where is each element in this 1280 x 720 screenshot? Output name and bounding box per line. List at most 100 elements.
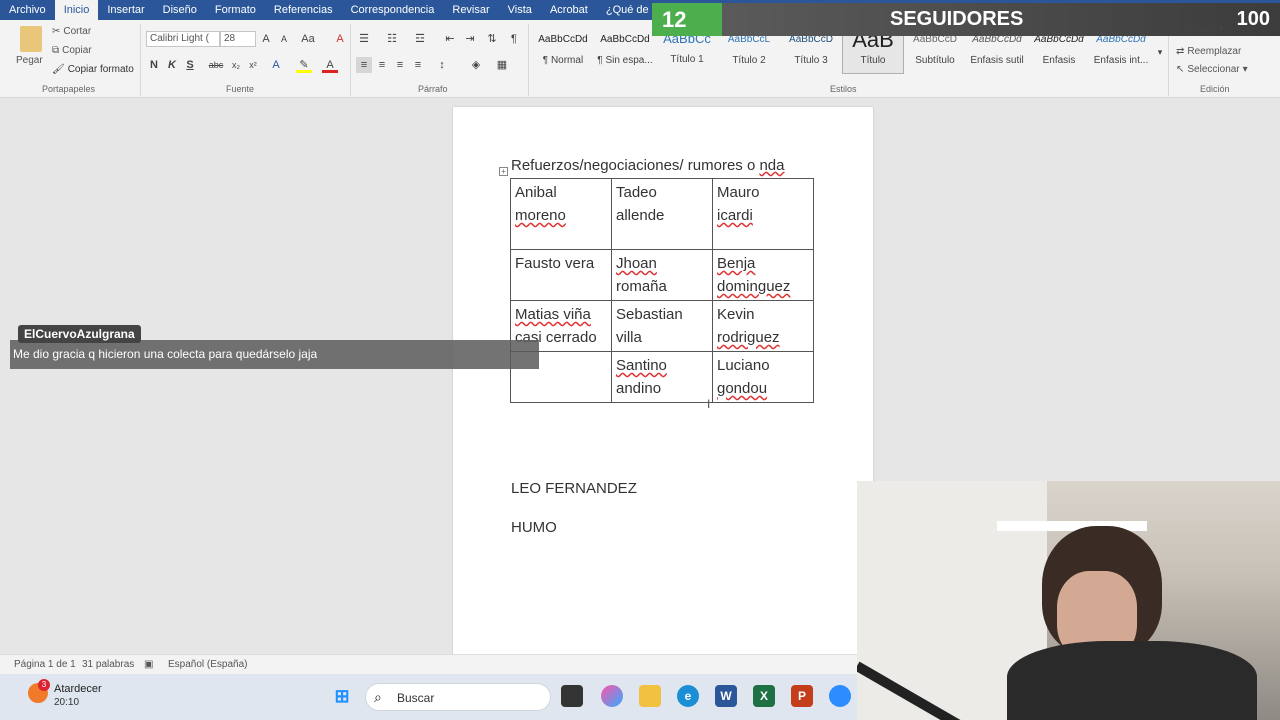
table-cell[interactable]: Kevin rodriguez [712, 300, 814, 352]
tell-me-search[interactable]: ¿Qué de [597, 0, 658, 20]
document-paragraph[interactable]: HUMO [511, 519, 557, 536]
numbering-icon[interactable]: ☷ [384, 31, 400, 47]
windows-start-icon[interactable]: ⊞ [331, 685, 353, 707]
table-cell[interactable]: Tadeo allende [611, 178, 713, 250]
styles-group-label: Estilos [830, 84, 857, 94]
table-cell[interactable]: Santino andino [611, 351, 713, 403]
page-count[interactable]: Página 1 de 1 [14, 659, 76, 670]
word-icon[interactable]: W [715, 685, 737, 707]
table-move-handle-icon[interactable]: + [499, 167, 508, 176]
shrink-font-icon[interactable]: A [276, 31, 292, 47]
webcam-person-body [1007, 641, 1257, 720]
align-left-icon[interactable]: ≡ [356, 57, 372, 73]
search-icon: ⌕ [374, 689, 382, 705]
sort-icon[interactable]: ⇅ [484, 31, 500, 47]
style-name: Énfasis [1042, 55, 1076, 66]
table-cell[interactable]: Benja dominguez [712, 249, 814, 301]
tab-insertar[interactable]: Insertar [98, 0, 153, 20]
select-button[interactable]: ↖ Seleccionar ▾ [1176, 64, 1248, 75]
subscript-icon[interactable]: x₂ [228, 57, 244, 73]
text-cursor-icon: I [707, 397, 711, 411]
players-table[interactable]: Anibal moreno Tadeo allende Mauro icardi Fa… [510, 178, 814, 403]
task-view-icon[interactable] [561, 685, 583, 707]
word-count[interactable]: 31 palabras [82, 659, 134, 670]
table-cell[interactable]: Fausto vera [510, 249, 612, 301]
underline-icon[interactable]: S [182, 57, 198, 73]
copy-label: Copiar [62, 45, 92, 56]
shading-icon[interactable]: ◈ [468, 57, 484, 73]
cell-line: villa [616, 329, 642, 346]
replace-button[interactable]: ⇄ Reemplazar [1176, 46, 1241, 57]
align-center-icon[interactable]: ≡ [374, 57, 390, 73]
cell-line: gondou [717, 380, 768, 397]
grow-font-icon[interactable]: A [258, 31, 274, 47]
bullets-icon[interactable]: ☰ [356, 31, 372, 47]
follower-label: SEGUIDORES [890, 8, 1024, 30]
style-no-spacing[interactable]: AaBbCcDd ¶ Sin espa... [594, 26, 656, 74]
strikethrough-icon[interactable]: abc [208, 57, 224, 73]
styles-more-icon[interactable]: ▾ [1152, 44, 1168, 60]
table-cell[interactable]: Mauro icardi [712, 178, 814, 250]
table-cell[interactable]: Sebastian villa [611, 300, 713, 352]
font-family-select[interactable]: Calibri Light ( [146, 31, 220, 47]
style-name: ¶ Normal [542, 55, 584, 66]
powerpoint-icon[interactable]: P [791, 685, 813, 707]
document-page[interactable]: + Refuerzos/negociaciones/ rumores o nda… [453, 107, 873, 667]
tab-revisar[interactable]: Revisar [443, 0, 498, 20]
table-cell[interactable]: Luciano gondou [712, 351, 814, 403]
cell-line: Jhoan [616, 255, 657, 272]
font-size-select[interactable]: 28 [220, 31, 256, 47]
language-status[interactable]: Español (España) [168, 659, 248, 670]
cut-button[interactable]: ✂ Cortar [52, 26, 91, 37]
style-name: Énfasis sutil [970, 55, 1024, 66]
replace-label: Reemplazar [1187, 46, 1242, 57]
find-button[interactable]: ⌕ Buscar ▾ [1176, 24, 1224, 35]
tab-acrobat[interactable]: Acrobat [541, 0, 597, 20]
table-cell[interactable]: Jhoan romaña [611, 249, 713, 301]
align-right-icon[interactable]: ≡ [392, 57, 408, 73]
format-painter-button[interactable]: 🖌 Copiar formato [52, 64, 134, 75]
edge-icon[interactable]: e [677, 685, 699, 707]
text-effects-icon[interactable]: A [268, 57, 284, 73]
file-explorer-icon[interactable] [639, 685, 661, 707]
tab-inicio[interactable]: Inicio [54, 0, 99, 20]
paste-button[interactable]: Pegar [16, 55, 43, 66]
cell-line: Matias viña [515, 306, 591, 323]
tab-correspondencia[interactable]: Correspondencia [342, 0, 444, 20]
zoom-icon[interactable] [829, 685, 851, 707]
tab-vista[interactable]: Vista [499, 0, 541, 20]
multilevel-list-icon[interactable]: ☲ [412, 31, 428, 47]
copilot-icon[interactable] [601, 685, 623, 707]
pilcrow-icon[interactable]: ¶ [506, 31, 522, 47]
paste-icon[interactable] [20, 26, 42, 52]
font-color-icon[interactable]: A [322, 57, 338, 73]
tab-archivo[interactable]: Archivo [0, 0, 55, 20]
style-preview: AaBbCcDd [600, 34, 650, 45]
decrease-indent-icon[interactable]: ⇤ [442, 31, 458, 47]
table-cell[interactable]: Anibal moreno [510, 178, 612, 250]
change-case-icon[interactable]: Aa [300, 31, 316, 47]
clear-format-icon[interactable]: A [332, 31, 348, 47]
line-spacing-icon[interactable]: ↕ [434, 57, 450, 73]
bold-icon[interactable]: N [146, 57, 162, 73]
style-normal[interactable]: AaBbCcDd ¶ Normal [532, 26, 594, 74]
increase-indent-icon[interactable]: ⇥ [462, 31, 478, 47]
tab-formato[interactable]: Formato [206, 0, 265, 20]
copy-button[interactable]: ⧉ Copiar [52, 45, 92, 56]
cell-line: andino [616, 380, 662, 397]
superscript-icon[interactable]: x² [245, 57, 261, 73]
cell-line: Kevin [717, 306, 755, 323]
tab-referencias[interactable]: Referencias [265, 0, 342, 20]
proofing-icon[interactable]: ▣ [144, 659, 153, 670]
italic-icon[interactable]: K [164, 57, 180, 73]
weather-widget[interactable]: 3 Atardecer 20:10 [28, 679, 148, 713]
justify-icon[interactable]: ≡ [410, 57, 426, 73]
excel-icon[interactable]: X [753, 685, 775, 707]
borders-icon[interactable]: ▦ [494, 57, 510, 73]
document-paragraph[interactable]: LEO FERNANDEZ [511, 480, 637, 497]
highlight-icon[interactable]: ✎ [296, 57, 312, 73]
cell-line: Luciano [717, 357, 770, 374]
tab-diseno[interactable]: Diseño [154, 0, 206, 20]
taskbar-search[interactable]: ⌕ Buscar [365, 683, 551, 711]
paragraph-group-label: Párrafo [418, 84, 448, 94]
